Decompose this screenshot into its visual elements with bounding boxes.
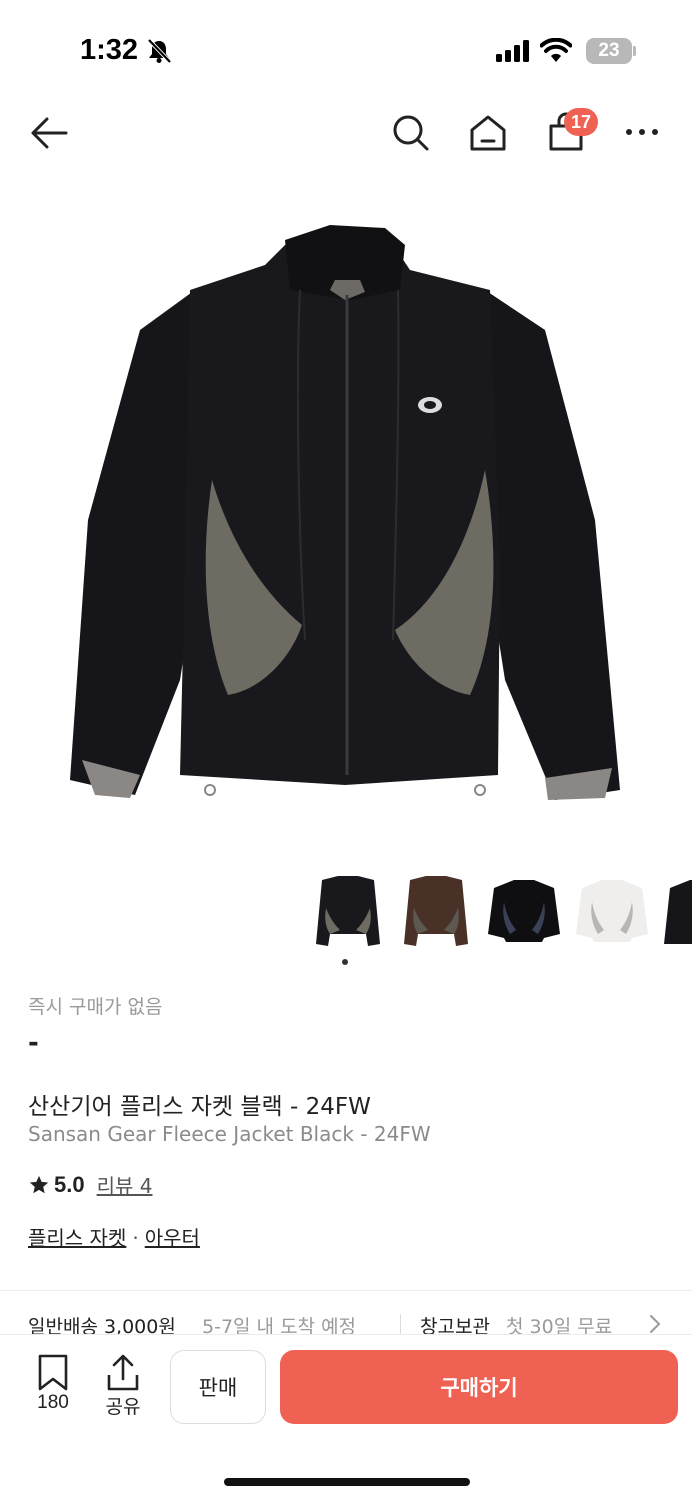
- bell-muted-icon: [147, 38, 172, 64]
- home-icon[interactable]: [468, 112, 508, 154]
- cellular-signal-icon: [496, 40, 529, 62]
- more-options-icon[interactable]: [624, 122, 660, 142]
- buy-button[interactable]: 구매하기: [280, 1350, 678, 1424]
- shipping-options-row[interactable]: 일반배송 3,000원 5-7일 내 도착 예정 창고보관 첫 30일 무료: [0, 1310, 692, 1336]
- category-link-fleece-jacket[interactable]: 플리스 자켓: [28, 1226, 126, 1250]
- storage-label: 창고보관: [420, 1316, 490, 1336]
- category-separator: ·: [132, 1226, 139, 1250]
- battery-tip: [633, 46, 636, 56]
- general-shipping-label: 일반배송 3,000원: [28, 1316, 176, 1336]
- star-icon: [29, 1175, 49, 1193]
- divider: [0, 1290, 692, 1291]
- category-breadcrumb: 플리스 자켓 · 아우터: [28, 1222, 200, 1251]
- sell-button[interactable]: 판매: [170, 1350, 266, 1424]
- bookmark-count: 180: [37, 1392, 69, 1413]
- thumbnail-brown[interactable]: [396, 868, 476, 954]
- price-value: -: [28, 1028, 39, 1058]
- carousel-page-indicator: [342, 959, 348, 965]
- share-icon[interactable]: [102, 1353, 144, 1393]
- share-label: 공유: [105, 1396, 141, 1418]
- instant-buy-label: 즉시 구매가 없음: [28, 996, 163, 1018]
- search-icon[interactable]: [390, 112, 432, 154]
- storage-promo: 첫 30일 무료: [506, 1316, 613, 1336]
- reviews-link[interactable]: 리뷰 4: [97, 1170, 153, 1199]
- product-title-korean: 산산기어 플리스 자켓 블랙 - 24FW: [28, 1094, 371, 1120]
- wifi-icon: [540, 38, 572, 62]
- chevron-right-icon[interactable]: [648, 1314, 662, 1334]
- separator-bar: [400, 1314, 401, 1336]
- product-title-english: Sansan Gear Fleece Jacket Black - 24FW: [28, 1122, 431, 1146]
- thumbnail-white[interactable]: [572, 868, 652, 954]
- thumbnail-black-navy[interactable]: [484, 868, 564, 954]
- category-link-outer[interactable]: 아우터: [145, 1226, 200, 1250]
- product-main-image[interactable]: [0, 200, 692, 850]
- bookmark-icon[interactable]: [30, 1353, 76, 1393]
- rating-score: 5.0: [54, 1171, 85, 1197]
- status-time: 1:32: [80, 34, 139, 66]
- battery-indicator: 23: [586, 38, 632, 64]
- home-indicator: [224, 1478, 470, 1486]
- status-bar: 1:32 23: [0, 0, 692, 100]
- cart-count-badge: 17: [564, 108, 599, 136]
- thumbnail-black-grey[interactable]: [308, 868, 388, 954]
- thumbnail-strip: [308, 868, 692, 958]
- back-arrow-icon[interactable]: [28, 112, 70, 154]
- thumbnail-black-partial[interactable]: [660, 868, 692, 954]
- general-shipping-eta: 5-7일 내 도착 예정: [202, 1316, 357, 1336]
- rating-row: 5.0 리뷰 4: [28, 1170, 152, 1199]
